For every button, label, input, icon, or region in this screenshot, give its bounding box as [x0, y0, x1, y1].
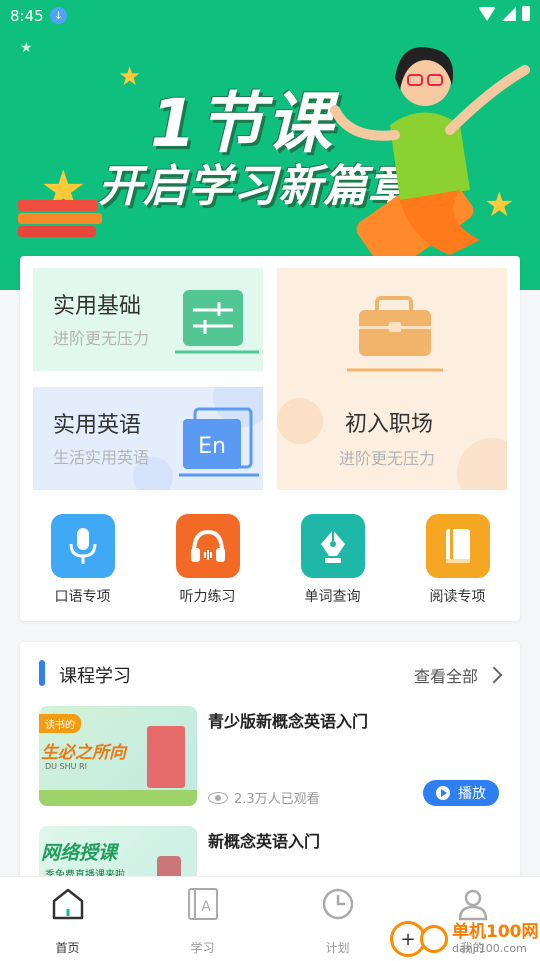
- quick-link-label: 口语专项: [54, 589, 111, 605]
- book-icon: [425, 514, 490, 578]
- category-card: 实用基础 进阶更无压力 实用英语 生活实用英语 En 初入职场 进阶更无压力 口…: [20, 256, 520, 621]
- nav-home[interactable]: 首页: [0, 877, 135, 961]
- category-practical-basics[interactable]: 实用基础 进阶更无压力: [33, 268, 263, 371]
- nav-study[interactable]: A 学习: [135, 877, 270, 961]
- chevron-right-icon: [485, 666, 503, 684]
- student-illustration: [330, 47, 530, 260]
- pen-nib-icon: [300, 514, 365, 578]
- quick-link-label: 听力练习: [179, 589, 236, 605]
- eye-icon: [208, 791, 228, 804]
- category-entering-workplace[interactable]: 初入职场 进阶更无压力: [277, 268, 507, 490]
- thumb-title: 网络授课: [41, 842, 118, 864]
- nav-label: 计划: [325, 941, 350, 955]
- category-title: 实用英语: [53, 413, 142, 438]
- study-icon: A: [187, 888, 218, 920]
- category-title: 实用基础: [53, 294, 142, 319]
- section-accent-bar: [39, 660, 45, 686]
- headphones-icon: [175, 514, 240, 578]
- bookshelf-illustration: [147, 726, 185, 788]
- english-card-icon: En: [179, 407, 259, 477]
- watermark-url: danji100.com: [452, 942, 527, 955]
- section-title: 课程学习: [59, 666, 131, 687]
- course-item[interactable]: 读书的 生必之所向 DU SHU RI 青少版新概念英语入门 2.3万人已观看 …: [39, 706, 499, 810]
- category-subtitle: 进阶更无压力: [53, 329, 150, 348]
- view-count: 2.3万人已观看: [208, 788, 320, 807]
- microphone-icon: [50, 514, 115, 578]
- quick-link-word-lookup[interactable]: 单词查询: [270, 514, 395, 606]
- nav-plan[interactable]: 计划: [270, 877, 405, 961]
- home-icon: [52, 888, 83, 920]
- quick-link-label: 阅读专项: [429, 589, 486, 605]
- battery-icon: [522, 6, 530, 21]
- briefcase-icon: [347, 296, 443, 372]
- nav-label: 首页: [55, 941, 80, 955]
- books-illustration: [18, 200, 103, 240]
- quick-link-speaking[interactable]: 口语专项: [20, 514, 145, 606]
- view-count-text: 2.3万人已观看: [234, 792, 320, 807]
- download-icon: ↓: [50, 7, 67, 24]
- quick-links: 口语专项 听力练习 单词查询 阅读专项: [20, 514, 520, 606]
- site-watermark: + 单机100网 danji100.com: [390, 918, 540, 960]
- clock-icon: [322, 888, 353, 920]
- status-bar: 8:45 ↓: [0, 0, 540, 32]
- quick-link-listening[interactable]: 听力练习: [145, 514, 270, 606]
- play-label: 播放: [458, 786, 486, 802]
- category-subtitle: 进阶更无压力: [339, 449, 436, 468]
- status-time: 8:45: [10, 7, 44, 25]
- thumb-subtitle: DU SHU RI: [45, 762, 87, 771]
- star-icon: ★: [118, 62, 142, 92]
- signal-icon: [502, 6, 516, 21]
- nav-label: 学习: [190, 941, 215, 955]
- course-name: 青少版新概念英语入门: [208, 712, 369, 731]
- svg-text:A: A: [201, 899, 211, 915]
- thumb-tag: 读书的: [39, 714, 81, 733]
- course-name: 新概念英语入门: [208, 832, 321, 851]
- promo-banner[interactable]: 8:45 ↓ ★ ★ ★ ★ 1节课 开启学习新篇章: [0, 0, 540, 290]
- view-all-label: 查看全部: [413, 667, 478, 686]
- category-subtitle: 生活实用英语: [53, 448, 150, 467]
- play-icon: [436, 786, 450, 800]
- equalizer-icon: [175, 290, 259, 354]
- profile-icon: [458, 889, 487, 921]
- category-practical-english[interactable]: 实用英语 生活实用英语 En: [33, 387, 263, 490]
- en-label: En: [198, 434, 226, 459]
- quick-link-reading[interactable]: 阅读专项: [395, 514, 520, 606]
- view-all-link[interactable]: 查看全部: [413, 663, 503, 687]
- play-button[interactable]: 播放: [423, 780, 499, 806]
- quick-link-label: 单词查询: [304, 589, 361, 605]
- course-thumbnail: 读书的 生必之所向 DU SHU RI: [39, 706, 197, 806]
- wifi-icon: [478, 6, 496, 21]
- watermark-name: 单机100网: [452, 922, 539, 942]
- category-title: 初入职场: [345, 412, 434, 437]
- thumb-title: 生必之所向: [41, 743, 126, 763]
- star-icon: ★: [20, 40, 33, 56]
